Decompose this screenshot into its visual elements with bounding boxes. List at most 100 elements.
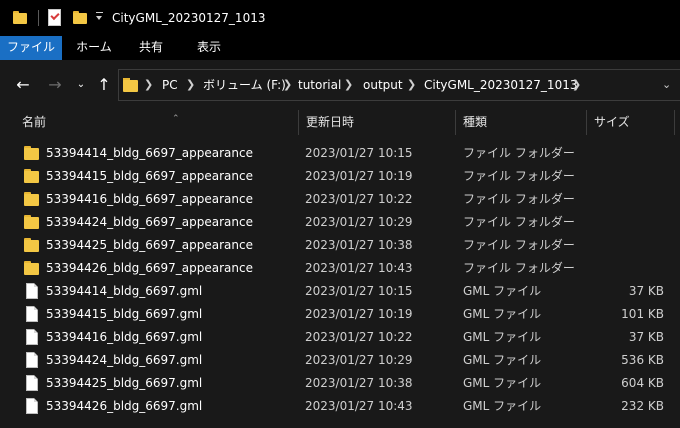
window-title: CityGML_20230127_1013 [112,11,266,25]
title-bar: CityGML_20230127_1013 [0,0,680,36]
file-size: 536 KB [621,353,664,367]
file-type: ファイル フォルダー [463,238,575,252]
column-divider[interactable] [455,110,456,135]
address-bar[interactable]: ❯ PC ❯ ボリューム (F:) ❯ tutorial ❯ output ❯ … [118,69,680,101]
folder-icon [24,169,39,183]
chevron-right-icon[interactable]: ❯ [407,70,416,100]
column-header-size[interactable]: サイズ [594,110,666,135]
file-icon [26,306,38,322]
folder-icon [24,146,39,160]
file-icon [26,375,38,391]
file-name: 53394416_bldg_6697.gml [46,330,203,344]
file-date: 2023/01/27 10:19 [305,307,413,321]
properties-button[interactable] [48,9,61,26]
separator [38,10,39,26]
list-item[interactable]: 53394416_bldg_6697.gml 2023/01/27 10:22 … [0,326,680,349]
file-name: 53394425_bldg_6697_appearance [46,238,253,252]
file-date: 2023/01/27 10:19 [305,169,413,183]
column-divider[interactable] [674,110,675,135]
breadcrumb-volume[interactable]: ボリューム (F:) [203,70,286,100]
file-date: 2023/01/27 10:15 [305,284,413,298]
sort-ascending-icon: ⌃ [172,114,180,124]
file-name: 53394426_bldg_6697.gml [46,399,203,413]
column-divider[interactable] [298,110,299,135]
breadcrumb-tutorial[interactable]: tutorial [298,70,341,100]
column-header-name[interactable]: 名前 ⌃ [22,110,298,135]
folder-icon [123,78,138,92]
folder-icon [13,11,27,24]
list-item[interactable]: 53394416_bldg_6697_appearance 2023/01/27… [0,188,680,211]
file-icon [26,283,38,299]
file-date: 2023/01/27 10:29 [305,353,413,367]
file-size: 101 KB [621,307,664,321]
chevron-right-icon[interactable]: ❯ [344,70,353,100]
folder-icon [24,215,39,229]
list-item[interactable]: 53394426_bldg_6697.gml 2023/01/27 10:43 … [0,395,680,418]
column-header-name-label: 名前 [22,115,47,129]
column-header-date[interactable]: 更新日時 [306,110,454,135]
list-item[interactable]: 53394425_bldg_6697.gml 2023/01/27 10:38 … [0,372,680,395]
chevron-right-icon[interactable]: ❯ [283,70,292,100]
column-headers: 名前 ⌃ 更新日時 種類 サイズ [0,110,680,135]
list-item[interactable]: 53394426_bldg_6697_appearance 2023/01/27… [0,257,680,280]
folder-icon [24,238,39,252]
list-item[interactable]: 53394414_bldg_6697_appearance 2023/01/27… [0,142,680,165]
list-item[interactable]: 53394425_bldg_6697_appearance 2023/01/27… [0,234,680,257]
file-size: 37 KB [628,284,664,298]
chevron-right-icon[interactable]: ❯ [572,70,581,100]
new-folder-button[interactable] [73,11,87,24]
file-icon [26,398,38,414]
file-type: ファイル フォルダー [463,215,575,229]
breadcrumb-current-folder[interactable]: CityGML_20230127_1013 [424,70,577,100]
file-date: 2023/01/27 10:43 [305,261,413,275]
file-type: GML ファイル [463,284,542,298]
file-type: ファイル フォルダー [463,146,575,160]
file-date: 2023/01/27 10:22 [305,192,413,206]
file-icon [26,352,38,368]
file-type: ファイル フォルダー [463,169,575,183]
recent-locations-chevron-icon[interactable]: ⌄ [70,74,92,96]
file-name: 53394416_bldg_6697_appearance [46,192,253,206]
back-arrow-icon[interactable]: ← [12,74,34,96]
file-date: 2023/01/27 10:29 [305,215,413,229]
list-item[interactable]: 53394424_bldg_6697.gml 2023/01/27 10:29 … [0,349,680,372]
navigation-bar: ← → ⌄ ↑ ❯ PC ❯ ボリューム (F:) ❯ tutorial ❯ o… [0,60,680,110]
file-type: GML ファイル [463,330,542,344]
file-type: ファイル フォルダー [463,261,575,275]
folder-icon [24,192,39,206]
file-type: ファイル フォルダー [463,192,575,206]
tab-file[interactable]: ファイル [0,36,62,60]
file-size: 232 KB [621,399,664,413]
file-size: 604 KB [621,376,664,390]
column-header-type[interactable]: 種類 [463,110,583,135]
file-icon [26,329,38,345]
file-name: 53394425_bldg_6697.gml [46,376,203,390]
file-date: 2023/01/27 10:15 [305,146,413,160]
breadcrumb-pc[interactable]: PC [162,70,178,100]
file-date: 2023/01/27 10:43 [305,399,413,413]
file-name: 53394415_bldg_6697.gml [46,307,203,321]
file-date: 2023/01/27 10:22 [305,330,413,344]
list-item[interactable]: 53394415_bldg_6697_appearance 2023/01/27… [0,165,680,188]
file-date: 2023/01/27 10:38 [305,238,413,252]
column-divider[interactable] [586,110,587,135]
up-arrow-icon[interactable]: ↑ [93,74,115,96]
file-type: GML ファイル [463,376,542,390]
tab-view[interactable]: 表示 [184,36,234,60]
tab-home[interactable]: ホーム [66,36,122,60]
file-type: GML ファイル [463,307,542,321]
list-item[interactable]: 53394415_bldg_6697.gml 2023/01/27 10:19 … [0,303,680,326]
tab-share[interactable]: 共有 [128,36,174,60]
list-item[interactable]: 53394414_bldg_6697.gml 2023/01/27 10:15 … [0,280,680,303]
customize-quick-access-button[interactable] [95,11,104,23]
forward-arrow-icon[interactable]: → [44,74,66,96]
folder-icon [24,261,39,275]
chevron-right-icon[interactable]: ❯ [144,70,153,100]
file-list: 53394414_bldg_6697_appearance 2023/01/27… [0,142,680,428]
list-item[interactable]: 53394424_bldg_6697_appearance 2023/01/27… [0,211,680,234]
breadcrumb-output[interactable]: output [363,70,403,100]
chevron-down-icon[interactable]: ⌄ [662,70,671,100]
file-name: 53394424_bldg_6697_appearance [46,215,253,229]
file-type: GML ファイル [463,399,542,413]
chevron-right-icon[interactable]: ❯ [186,70,195,100]
